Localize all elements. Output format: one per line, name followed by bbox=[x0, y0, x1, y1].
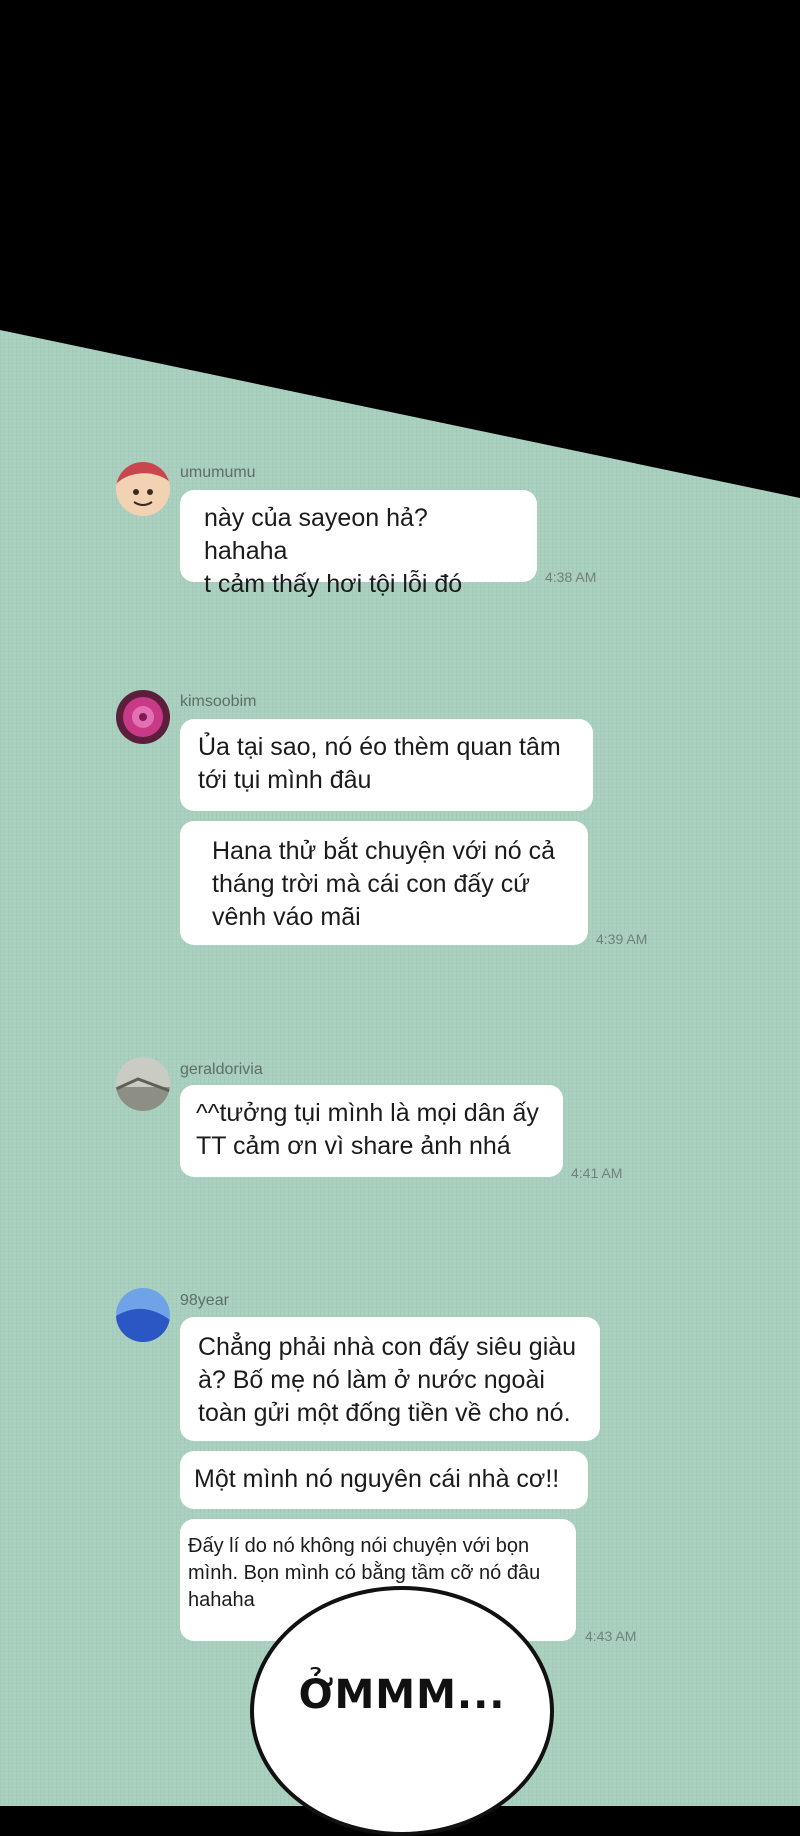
avatar[interactable] bbox=[116, 690, 170, 744]
avatar[interactable] bbox=[116, 1057, 170, 1111]
message-bubble: này của sayeon hả? hahaha t cảm thấy hơi… bbox=[180, 490, 537, 598]
message-bubble: Chẳng phải nhà con đấy siêu giàu à? Bố m… bbox=[180, 1317, 600, 1441]
message-time: 4:41 AM bbox=[571, 1165, 623, 1181]
message-time: 4:38 AM bbox=[545, 569, 597, 585]
message-bubble: Một mình nó nguyên cái nhà cơ!! bbox=[180, 1451, 588, 1509]
message-bubble: Ủa tại sao, nó éo thèm quan tâm tới tụi … bbox=[180, 719, 593, 811]
message-time: 4:39 AM bbox=[596, 931, 648, 947]
username: umumumu bbox=[180, 464, 256, 481]
speech-bubble-text: ỞMMM... bbox=[298, 1672, 506, 1718]
username: 98year bbox=[180, 1292, 229, 1309]
avatar[interactable] bbox=[116, 1288, 170, 1342]
avatar[interactable] bbox=[116, 462, 170, 516]
message-bubble: ^^tưởng tụi mình là mọi dân ấy TT cảm ơn… bbox=[180, 1085, 563, 1177]
username: kimsoobim bbox=[180, 693, 257, 710]
username: geraldorivia bbox=[180, 1061, 263, 1078]
message-time: 4:43 AM bbox=[585, 1628, 637, 1644]
message-bubble: Hana thử bắt chuyện với nó cả tháng trời… bbox=[180, 821, 588, 945]
